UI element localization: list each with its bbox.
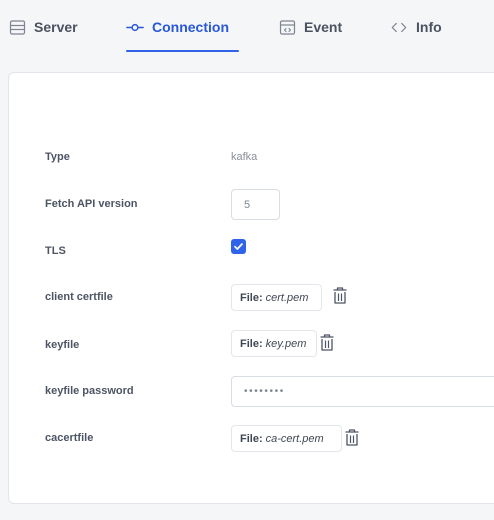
- tab-connection[interactable]: Connection: [126, 17, 229, 37]
- connection-icon: [126, 18, 144, 36]
- keyfile-delete-button[interactable]: [318, 332, 336, 352]
- cacertfile-name: ca-cert.pem: [265, 432, 324, 445]
- cacertfile-chip: File: ca-cert.pem: [231, 425, 342, 452]
- tls-checkbox[interactable]: [231, 239, 246, 254]
- tab-event-label: Event: [304, 19, 343, 35]
- tab-info-label: Info: [416, 19, 442, 35]
- client-certfile-prefix: File:: [240, 291, 263, 304]
- trash-icon: [320, 333, 334, 351]
- client-certfile-delete-button[interactable]: [331, 285, 349, 305]
- keyfile-prefix: File:: [240, 337, 263, 350]
- keyfile-chip: File: key.pem: [231, 330, 317, 357]
- type-value: kafka: [231, 151, 258, 163]
- keyfile-name: key.pem: [265, 337, 307, 350]
- fetch-api-version-label: Fetch API version: [45, 198, 138, 210]
- keyfile-password-input[interactable]: ••••••••: [231, 376, 494, 407]
- client-certfile-name: cert.pem: [265, 291, 309, 304]
- keyfile-password-label: keyfile password: [45, 385, 134, 397]
- tab-info[interactable]: Info: [390, 17, 442, 37]
- check-icon: [234, 243, 243, 250]
- tls-label: TLS: [45, 245, 66, 257]
- cacertfile-label: cacertfile: [45, 432, 94, 444]
- client-certfile-label: client certfile: [45, 291, 113, 303]
- fetch-api-version-input[interactable]: 5: [231, 189, 280, 220]
- trash-icon: [333, 286, 347, 304]
- tab-server[interactable]: Server: [8, 17, 78, 37]
- server-icon: [8, 18, 26, 36]
- tab-event[interactable]: Event: [278, 17, 342, 37]
- cacertfile-prefix: File:: [240, 432, 263, 445]
- client-certfile-chip: File: cert.pem: [231, 284, 322, 311]
- event-icon: [278, 18, 296, 36]
- code-icon: [390, 18, 408, 36]
- connection-settings-panel: Type kafka Fetch API version 5 TLS clien…: [8, 72, 494, 504]
- tab-bar: Server Connection Event Info: [0, 0, 494, 56]
- trash-icon: [345, 428, 359, 446]
- tab-connection-label: Connection: [152, 19, 229, 35]
- type-label: Type: [45, 151, 70, 163]
- left-page-edge: [0, 72, 8, 504]
- active-tab-indicator: [126, 50, 239, 52]
- tab-server-label: Server: [34, 19, 78, 35]
- keyfile-label: keyfile: [45, 339, 80, 351]
- cacertfile-delete-button[interactable]: [343, 427, 361, 447]
